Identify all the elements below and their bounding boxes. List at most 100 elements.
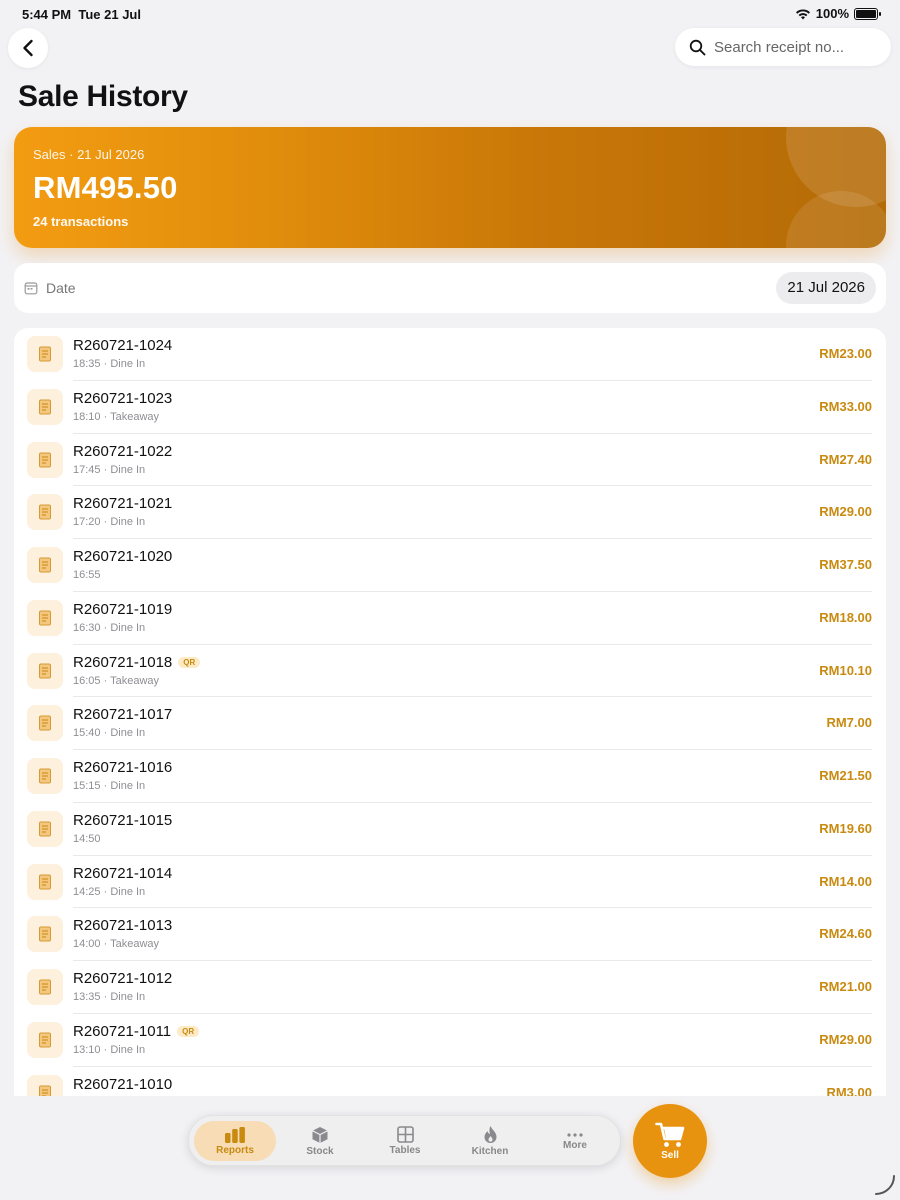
sale-row[interactable]: R260721-1019 16:30 · Dine In RM18.00 — [14, 592, 886, 645]
qr-badge: QR — [177, 1025, 200, 1037]
sale-meta: 15:40 · Dine In — [73, 727, 146, 740]
receipt-icon — [27, 547, 63, 583]
sale-row[interactable]: R260721-1023 18:10 · Takeaway RM33.00 — [14, 381, 886, 434]
order-type: Dine In — [110, 780, 146, 792]
sale-time: 18:35 — [73, 358, 101, 370]
receipt-number: R260721-1010 — [73, 1075, 173, 1093]
sale-row[interactable]: R260721-1016 15:15 · Dine In RM21.50 — [14, 750, 886, 803]
receipt-number: R260721-1022 — [73, 442, 173, 460]
receipt-number: R260721-1016 — [73, 759, 173, 776]
sale-time: 15:15 — [73, 780, 101, 792]
sale-amount: RM37.50 — [819, 557, 872, 572]
tab-kitchen[interactable]: Kitchen — [449, 1121, 531, 1161]
chevron-left-icon — [23, 39, 33, 57]
sale-row[interactable]: R260721-1014 14:25 · Dine In RM14.00 — [14, 856, 886, 909]
sale-meta: 13:35 · Dine In — [73, 991, 146, 1003]
receipt-number: R260721-1023 — [73, 389, 173, 407]
sale-row[interactable]: R260721-1017 15:40 · Dine In RM7.00 — [14, 697, 886, 750]
sale-row[interactable]: R260721-1015 14:50 RM19.60 — [14, 803, 886, 856]
tab-reports[interactable]: Reports — [194, 1121, 276, 1161]
receipt-number: R260721-1011 QR — [73, 1023, 200, 1040]
battery-percent: 100% — [815, 6, 849, 21]
back-button[interactable] — [8, 28, 48, 68]
summary-transaction-count: 24 transactions — [33, 214, 129, 229]
sale-amount: RM29.00 — [819, 504, 872, 520]
sale-amount: RM19.60 — [819, 820, 872, 836]
sale-meta: 13:10 · Dine In — [73, 1043, 146, 1056]
sale-meta: 18:35 · Dine In — [73, 358, 146, 370]
search-input[interactable] — [714, 38, 874, 56]
tab-label: Reports — [216, 1144, 254, 1156]
receipt-number: R260721-1015 — [73, 811, 173, 829]
tab-tables[interactable]: Tables — [364, 1121, 446, 1161]
sale-time: 17:20 — [73, 516, 101, 529]
sale-time: 16:05 — [73, 674, 101, 687]
order-type: Dine In — [110, 885, 146, 898]
sale-amount: RM3.00 — [826, 1084, 872, 1097]
sale-row[interactable]: R260721-1021 17:20 · Dine In RM29.00 — [14, 486, 886, 539]
receipt-icon — [27, 336, 63, 372]
receipt-number: R260721-1014 — [73, 864, 173, 882]
order-type: Dine In — [110, 727, 146, 740]
order-type: Takeaway — [110, 674, 160, 687]
sale-row[interactable]: R260721-1022 17:45 · Dine In RM27.40 — [14, 434, 886, 487]
sale-meta: 14:00 · Takeaway — [73, 938, 160, 951]
battery-icon — [854, 7, 881, 20]
sale-meta: 17:20 · Dine In — [73, 516, 146, 529]
sale-amount: RM23.00 — [819, 346, 872, 361]
sale-meta: 17:45 · Dine In — [73, 463, 146, 476]
sale-time: 14:00 — [73, 938, 101, 951]
sale-time: 15:40 — [73, 727, 101, 740]
sale-row[interactable]: R260721-1012 13:35 · Dine In RM21.00 — [14, 961, 886, 1014]
sale-amount: RM7.00 — [826, 715, 872, 731]
sale-row[interactable]: R260721-1011 QR 13:10 · Dine In RM29.00 — [14, 1014, 886, 1067]
receipt-icon — [27, 810, 63, 847]
sale-amount: RM10.10 — [819, 662, 872, 678]
sale-amount: RM24.60 — [819, 926, 872, 942]
wifi-icon — [795, 8, 810, 19]
receipt-icon — [27, 599, 63, 636]
tab-label: Tables — [389, 1145, 421, 1156]
sale-amount: RM29.00 — [819, 1031, 872, 1047]
sale-row[interactable]: R260721-1010 RM3.00 — [14, 1067, 886, 1097]
receipt-icon — [27, 494, 63, 531]
tab-label: More — [563, 1139, 587, 1151]
flame-icon — [484, 1126, 496, 1143]
sale-row[interactable]: R260721-1020 16:55 RM37.50 — [14, 539, 886, 592]
status-indicators: 100% — [795, 6, 881, 21]
sale-amount: RM18.00 — [819, 609, 872, 625]
date-picker-button[interactable]: 21 Jul 2026 — [776, 272, 876, 304]
sale-amount: RM27.40 — [819, 451, 872, 467]
order-type: Dine In — [110, 1043, 146, 1056]
search-icon — [689, 39, 706, 55]
summary-label: Sales · 21 Jul 2026 — [33, 147, 145, 162]
sale-meta: 18:10 · Takeaway — [73, 410, 160, 423]
sale-row[interactable]: R260721-1013 14:00 · Takeaway RM24.60 — [14, 908, 886, 961]
sell-label: Sell — [661, 1149, 679, 1161]
order-type: Dine In — [110, 516, 146, 529]
cart-icon — [655, 1122, 685, 1147]
sale-amount: RM33.00 — [819, 398, 872, 414]
sale-row[interactable]: R260721-1024 18:35 · Dine In RM23.00 — [14, 328, 886, 381]
receipt-icon — [27, 388, 63, 425]
order-type: Dine In — [110, 358, 146, 370]
tab-label: Stock — [306, 1145, 334, 1157]
tab-more[interactable]: More — [534, 1121, 616, 1161]
resize-handle-icon — [875, 1175, 895, 1195]
sale-meta: 16:55 — [73, 569, 101, 581]
box-icon — [312, 1126, 328, 1143]
ellipsis-icon — [567, 1132, 583, 1137]
page-title: Sale History — [18, 80, 188, 113]
tab-stock[interactable]: Stock — [279, 1121, 361, 1161]
receipt-number: R260721-1018 QR — [73, 654, 201, 671]
sell-button[interactable]: Sell — [633, 1104, 707, 1178]
bar-chart-icon — [225, 1126, 245, 1143]
receipt-number: R260721-1021 — [73, 495, 173, 513]
sale-row[interactable]: R260721-1018 QR 16:05 · Takeaway RM10.10 — [14, 645, 886, 698]
receipt-icon — [27, 1021, 63, 1058]
search-bar[interactable] — [675, 28, 891, 66]
receipt-number: R260721-1012 — [73, 970, 173, 987]
order-type: Dine In — [110, 621, 146, 634]
receipt-number: R260721-1019 — [73, 600, 173, 618]
order-type: Takeaway — [110, 938, 160, 951]
